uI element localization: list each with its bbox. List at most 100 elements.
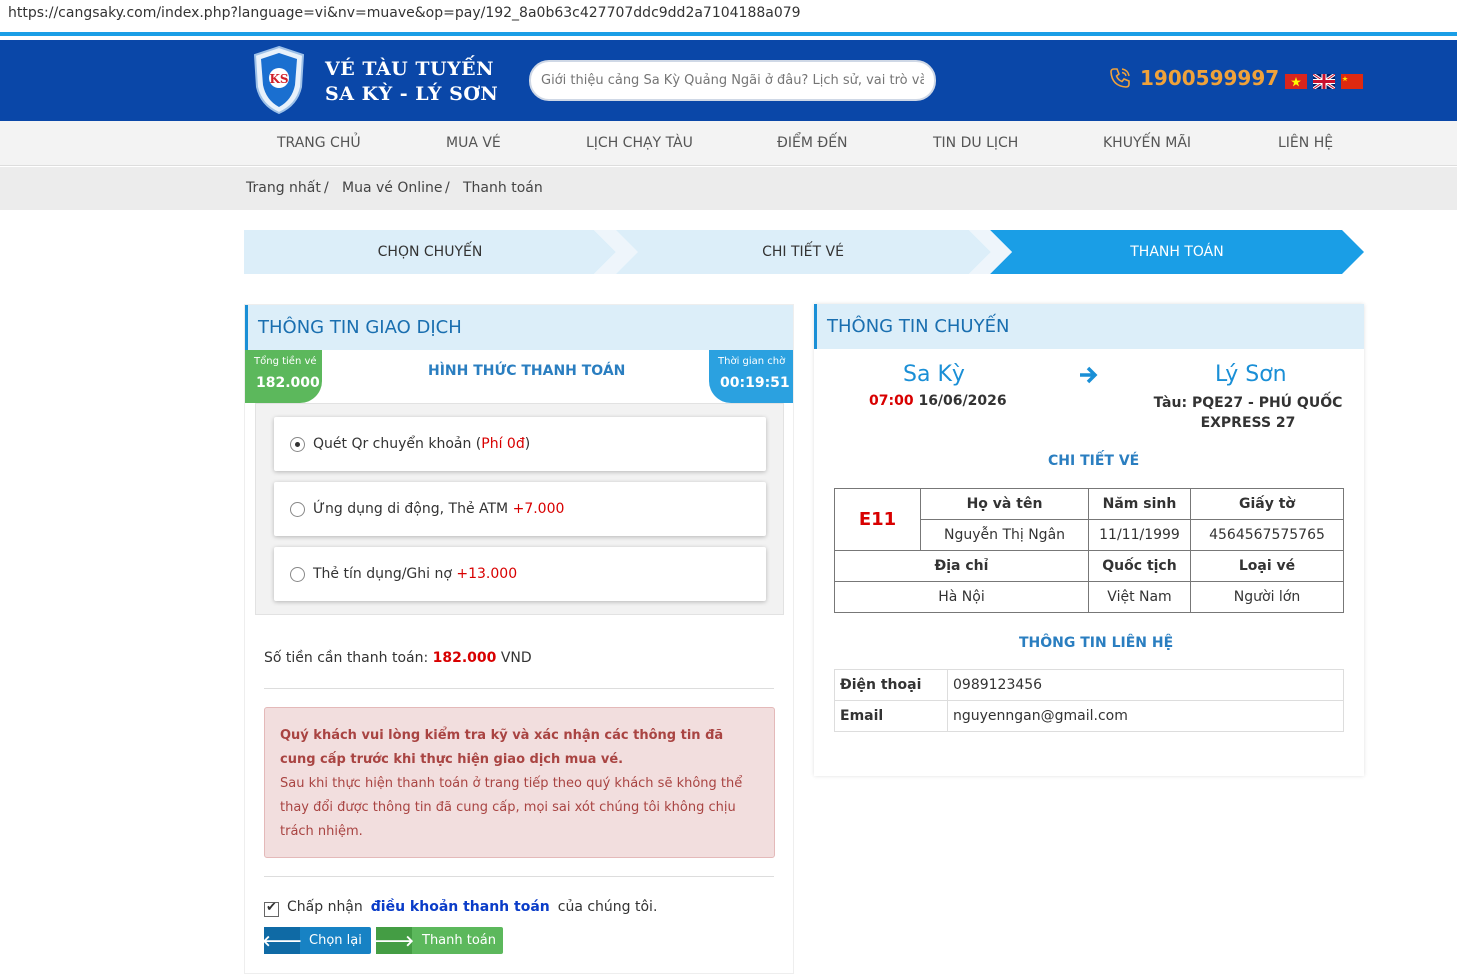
total-value: 182.000 [256,375,320,391]
breadcrumb-home[interactable]: Trang nhất [246,180,321,196]
nationality: Việt Nam [1088,581,1191,613]
departure-datetime: 07:00 16/06/2026 [869,393,1007,409]
terms-text-after: của chúng tôi. [557,899,658,915]
pay-button[interactable]: 🡒 Thanh toán [374,927,503,954]
pay-button-label: Thanh toán [422,933,497,948]
url-text[interactable]: https://cangsaky.com/index.php?language=… [8,5,801,21]
method-text: Thẻ tín dụng/Ghi nợ [313,566,457,582]
svg-text:KS: KS [269,72,288,86]
hotline[interactable]: 1900599997 [1108,66,1279,90]
breadcrumb-sep: / [445,180,450,196]
back-button[interactable]: 🡐 Chọn lại [262,927,371,954]
breadcrumb-buy-online[interactable]: Mua vé Online [342,180,443,196]
alert-text: Sau khi thực hiện thanh toán ở trang tiế… [280,776,743,839]
port-logo-icon[interactable]: KS [253,45,305,115]
contact-phone: 0989123456 [947,669,1344,701]
method-fee: +7.000 [512,501,565,517]
ship-info: Tàu: PQE27 - PHÚ QUỐC EXPRESS 27 [1144,393,1352,433]
terms-link[interactable]: điều khoản thanh toán [371,899,550,915]
progress-steps: CHỌN CHUYẾN CHI TIẾT VÉ THANH TOÁN [244,230,1364,274]
contact-title: THÔNG TIN LIÊN HỆ [1019,635,1174,651]
method-fee: +13.000 [456,566,518,582]
col-header: Họ và tên [920,488,1089,520]
nav-schedule[interactable]: LỊCH CHẠY TÀU [586,135,693,151]
breadcrumb-sep: / [324,180,329,196]
breadcrumb-current: Thanh toán [463,180,543,196]
nav-travel-news[interactable]: TIN DU LỊCH [933,135,1018,151]
language-flags [1285,74,1363,89]
total-badge: Tổng tiền vé 182.000 [245,350,322,403]
brand-title[interactable]: VÉ TÀU TUYẾN SA KỲ - LÝ SƠN [325,57,498,107]
brand-line-1: VÉ TÀU TUYẾN [325,58,494,80]
terms-text: Chấp nhận [287,899,363,915]
contact-email: nguyenngan@gmail.com [947,700,1344,732]
search-input[interactable] [529,60,936,101]
warning-alert: Quý khách vui lòng kiểm tra kỹ và xác nh… [264,707,775,858]
ticket-table: E11 Họ và tên Năm sinh Giấy tờ Nguyễn Th… [834,488,1344,613]
step-payment: THANH TOÁN [1130,244,1224,260]
table-row: Email nguyenngan@gmail.com [834,700,1344,732]
arrow-right-icon [1080,366,1098,384]
nav-buy-ticket[interactable]: MUA VÉ [446,135,501,151]
id-number: 4564567575765 [1190,519,1344,551]
phone-number: 1900599997 [1140,66,1280,90]
seat-number: E11 [834,488,921,551]
radio-qr[interactable] [290,436,305,452]
breadcrumb: Trang nhất / Mua vé Online / Thanh toán [0,167,1457,210]
col-header: Loại vé [1190,550,1344,582]
china-flag-icon[interactable] [1341,74,1363,89]
main-nav: TRANG CHỦ MUA VÉ LỊCH CHẠY TÀU ĐIỂM ĐẾN … [0,121,1457,166]
destination-city: Lý Sơn [1215,362,1287,387]
amount-label: Số tiền cần thanh toán: [264,650,429,666]
ticket-type: Người lớn [1190,581,1344,613]
col-header: Địa chỉ [834,550,1089,582]
departure-date: 16/06/2026 [918,393,1007,409]
contact-label: Email [834,700,948,732]
back-button-label: Chọn lại [309,933,362,948]
col-header: Quốc tịch [1088,550,1191,582]
amount-value: 182.000 [432,650,497,666]
vietnam-flag-icon[interactable] [1285,74,1307,89]
nav-promotions[interactable]: KHUYẾN MÃI [1103,135,1191,151]
passenger-name: Nguyễn Thị Ngân [920,519,1089,551]
method-mobile-label: Ứng dụng di động, Thẻ ATM +7.000 [313,501,564,517]
method-qr[interactable]: Quét Qr chuyển khoản (Phí 0đ) [274,417,766,471]
amount-unit: VND [500,650,532,666]
transaction-panel: THÔNG TIN GIAO DỊCH Tổng tiền vé 182.000… [244,304,794,974]
ticket-detail-title: CHI TIẾT VÉ [1048,453,1140,469]
step-choose-trip: CHỌN CHUYẾN [377,244,483,260]
arrow-left-icon: 🡐 [262,927,302,954]
method-text: Quét Qr chuyển khoản ( [313,436,482,452]
divider [264,688,774,689]
address: Hà Nội [834,581,1089,613]
uk-flag-icon[interactable] [1313,74,1335,89]
ship-line-1: Tàu: PQE27 - PHÚ QUỐC [1153,395,1343,411]
wait-badge: Thời gian chờ 00:19:51 [709,350,793,403]
wait-timer: 00:19:51 [720,375,790,391]
nav-home[interactable]: TRANG CHỦ [277,135,361,151]
nav-contact[interactable]: LIÊN HỆ [1278,135,1333,151]
trip-title: THÔNG TIN CHUYẾN [814,304,1364,349]
origin-city: Sa Kỳ [903,362,965,387]
trip-panel: THÔNG TIN CHUYẾN Sa Kỳ 07:00 16/06/2026 … [814,304,1364,776]
contact-label: Điện thoại [834,669,948,701]
method-credit-card[interactable]: Thẻ tín dụng/Ghi nợ +13.000 [274,547,766,601]
wait-label: Thời gian chờ [718,356,786,367]
step-ticket-details: CHI TIẾT VÉ [762,244,844,260]
terms-checkbox[interactable] [264,900,279,917]
transaction-title: THÔNG TIN GIAO DỊCH [245,305,793,350]
col-header: Giấy tờ [1190,488,1344,520]
radio-credit-card[interactable] [290,566,305,582]
nav-destinations[interactable]: ĐIỂM ĐẾN [777,135,848,151]
address-bar[interactable]: https://cangsaky.com/index.php?language=… [0,0,1457,36]
site-header: KS VÉ TÀU TUYẾN SA KỲ - LÝ SƠN 190059999… [0,40,1457,121]
method-mobile-atm[interactable]: Ứng dụng di động, Thẻ ATM +7.000 [274,482,766,536]
brand-line-2: SA KỲ - LÝ SƠN [325,83,499,105]
divider [264,876,774,877]
payment-methods: Quét Qr chuyển khoản (Phí 0đ) Ứng dụng d… [255,403,784,615]
method-text-after: ) [524,436,531,452]
radio-mobile-atm[interactable] [290,501,305,517]
payment-method-title: HÌNH THỨC THANH TOÁN [428,363,626,379]
method-text: Ứng dụng di động, Thẻ ATM [313,501,513,517]
terms-row: Chấp nhận điều khoản thanh toán của chún… [264,899,658,917]
